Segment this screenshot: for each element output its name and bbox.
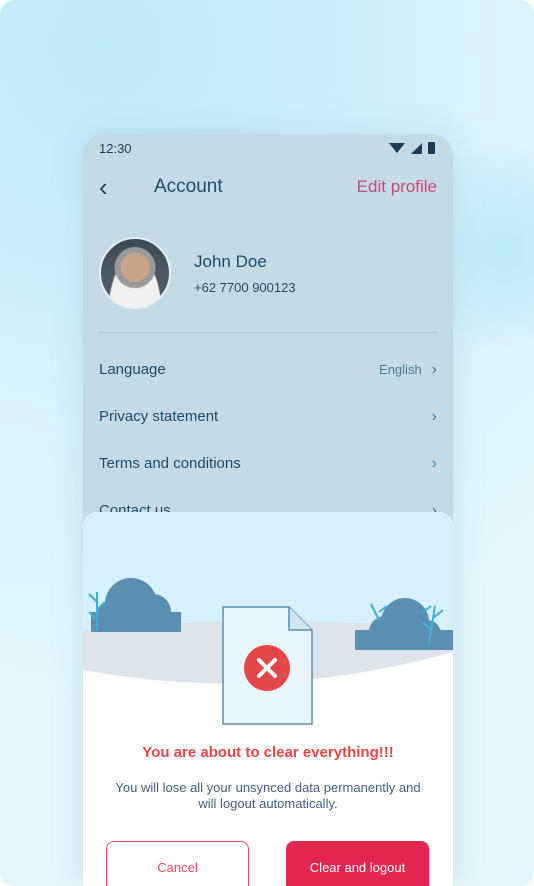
menu-item-value: English — [379, 362, 422, 377]
status-icons — [389, 142, 435, 154]
app-header: ‹ Account Edit profile — [83, 172, 453, 202]
chevron-right-icon: › — [431, 360, 437, 378]
clear-data-illustration — [83, 512, 453, 732]
profile-info: John Doe +62 7700 900123 — [194, 252, 296, 295]
phone-screen: 12:30 ‹ Account Edit profile John Doe +6… — [83, 134, 453, 886]
error-x-icon — [244, 645, 290, 691]
dialog-message: You will lose all your unsynced data per… — [115, 780, 421, 811]
menu-item-terms[interactable]: Terms and conditions › — [83, 440, 453, 487]
profile-card: John Doe +62 7700 900123 — [99, 237, 437, 309]
signal-icon — [411, 142, 422, 154]
menu-item-label: Privacy statement — [99, 408, 219, 425]
menu-item-label: Language — [99, 361, 166, 378]
back-arrow-icon[interactable]: ‹ — [99, 174, 139, 200]
status-time: 12:30 — [99, 140, 132, 156]
status-bar: 12:30 — [83, 134, 453, 162]
profile-phone: +62 7700 900123 — [194, 279, 296, 295]
battery-icon — [428, 142, 435, 154]
chevron-right-icon: › — [431, 407, 437, 425]
confirm-bottom-sheet: You are about to clear everything!!! You… — [83, 512, 453, 886]
clear-and-logout-button[interactable]: Clear and logout — [286, 841, 429, 886]
menu-item-label: Terms and conditions — [99, 455, 241, 472]
wifi-icon — [389, 143, 405, 153]
avatar — [99, 237, 171, 309]
edit-profile-link[interactable]: Edit profile — [357, 177, 437, 197]
dialog-title: You are about to clear everything!!! — [142, 744, 394, 761]
menu-item-language[interactable]: Language English › — [83, 346, 453, 393]
settings-menu: Language English › Privacy statement › T… — [83, 346, 453, 534]
chevron-right-icon: › — [431, 454, 437, 472]
divider — [99, 332, 437, 333]
profile-name: John Doe — [194, 251, 267, 271]
cancel-button[interactable]: Cancel — [106, 841, 249, 886]
menu-item-privacy[interactable]: Privacy statement › — [83, 393, 453, 440]
page-title: Account — [154, 176, 223, 197]
